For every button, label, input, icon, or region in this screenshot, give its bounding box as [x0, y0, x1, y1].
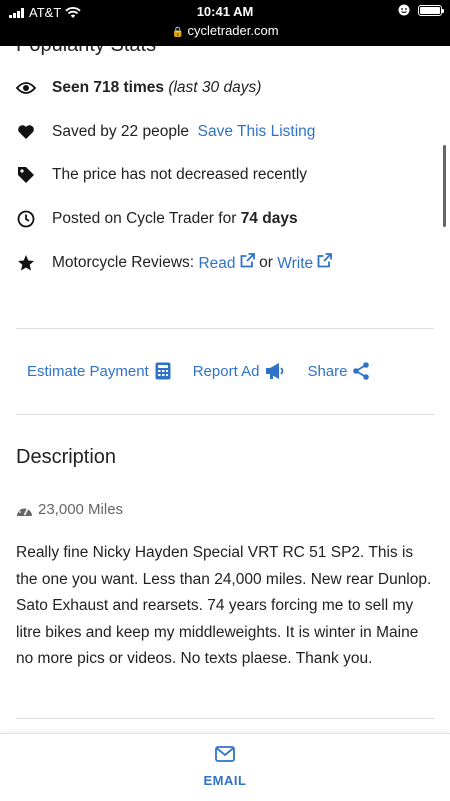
url-text: cycletrader.com — [187, 23, 279, 38]
share-icon — [353, 362, 370, 380]
clock-icon — [16, 209, 36, 229]
report-ad-button[interactable]: Report Ad — [193, 362, 286, 380]
share-button[interactable]: Share — [307, 362, 370, 380]
posted-days: 74 days — [240, 210, 298, 227]
external-link-icon — [240, 253, 255, 268]
url-bar[interactable]: 🔒 cycletrader.com — [0, 23, 450, 38]
mileage-value: 23,000 Miles — [38, 501, 124, 518]
megaphone-icon — [266, 363, 284, 379]
battery-icon — [418, 4, 444, 16]
speedometer-icon — [17, 505, 32, 516]
star-icon — [16, 253, 36, 273]
reviews-label: Motorcycle Reviews: — [52, 254, 195, 271]
reviews-or: or — [259, 254, 273, 271]
report-ad-label: Report Ad — [192, 362, 260, 380]
description-title: Description — [16, 446, 117, 468]
saved-count: Saved by 22 people — [52, 123, 190, 140]
stat-reviews: Motorcycle Reviews: Read or Write — [16, 253, 333, 273]
seen-period: (last 30 days) — [168, 79, 262, 96]
read-review-label: Read — [198, 255, 236, 272]
email-button[interactable]: EMAIL — [0, 746, 450, 788]
stat-price: The price has not decreased recently — [16, 165, 307, 185]
stat-posted: Posted on Cycle Trader for 74 days — [16, 209, 298, 229]
estimate-payment-button[interactable]: Estimate Payment — [27, 362, 171, 380]
tag-icon — [16, 165, 36, 185]
stat-seen: Seen 718 times (last 30 days) — [16, 78, 261, 98]
stat-saved: Saved by 22 people Save This Listing — [16, 122, 315, 142]
save-listing-link[interactable]: Save This Listing — [198, 123, 316, 141]
price-status: The price has not decreased recently — [52, 166, 308, 183]
face-icon — [398, 4, 410, 16]
email-label: EMAIL — [203, 773, 247, 788]
status-bar: AT&T 10:41 AM 🔒 cycletrader.com — [0, 0, 450, 46]
listing-actions: Estimate Payment Report Ad Share — [27, 362, 370, 380]
seen-count: Seen 718 times — [52, 79, 165, 96]
heart-icon — [16, 122, 36, 142]
write-review-label: Write — [277, 255, 314, 272]
status-indicators — [398, 4, 444, 16]
divider — [16, 328, 434, 329]
eye-icon — [16, 78, 36, 98]
write-review-link[interactable]: Write — [277, 253, 333, 273]
estimate-payment-label: Estimate Payment — [27, 362, 149, 380]
mileage: 23,000 Miles — [16, 501, 123, 518]
clock: 10:41 AM — [196, 4, 254, 19]
read-review-link[interactable]: Read — [198, 253, 255, 273]
divider — [16, 414, 434, 415]
description-text: Really fine Nicky Hayden Special VRT RC … — [16, 544, 432, 667]
divider — [16, 718, 434, 719]
external-link-icon — [318, 253, 333, 268]
bottom-action-bar: EMAIL — [0, 733, 450, 801]
calculator-icon — [155, 362, 171, 380]
envelope-icon — [215, 746, 235, 762]
posted-text: Posted on Cycle Trader for — [52, 210, 237, 227]
share-label: Share — [307, 362, 348, 380]
scrollbar[interactable] — [443, 145, 446, 227]
lock-icon: 🔒 — [171, 27, 184, 38]
